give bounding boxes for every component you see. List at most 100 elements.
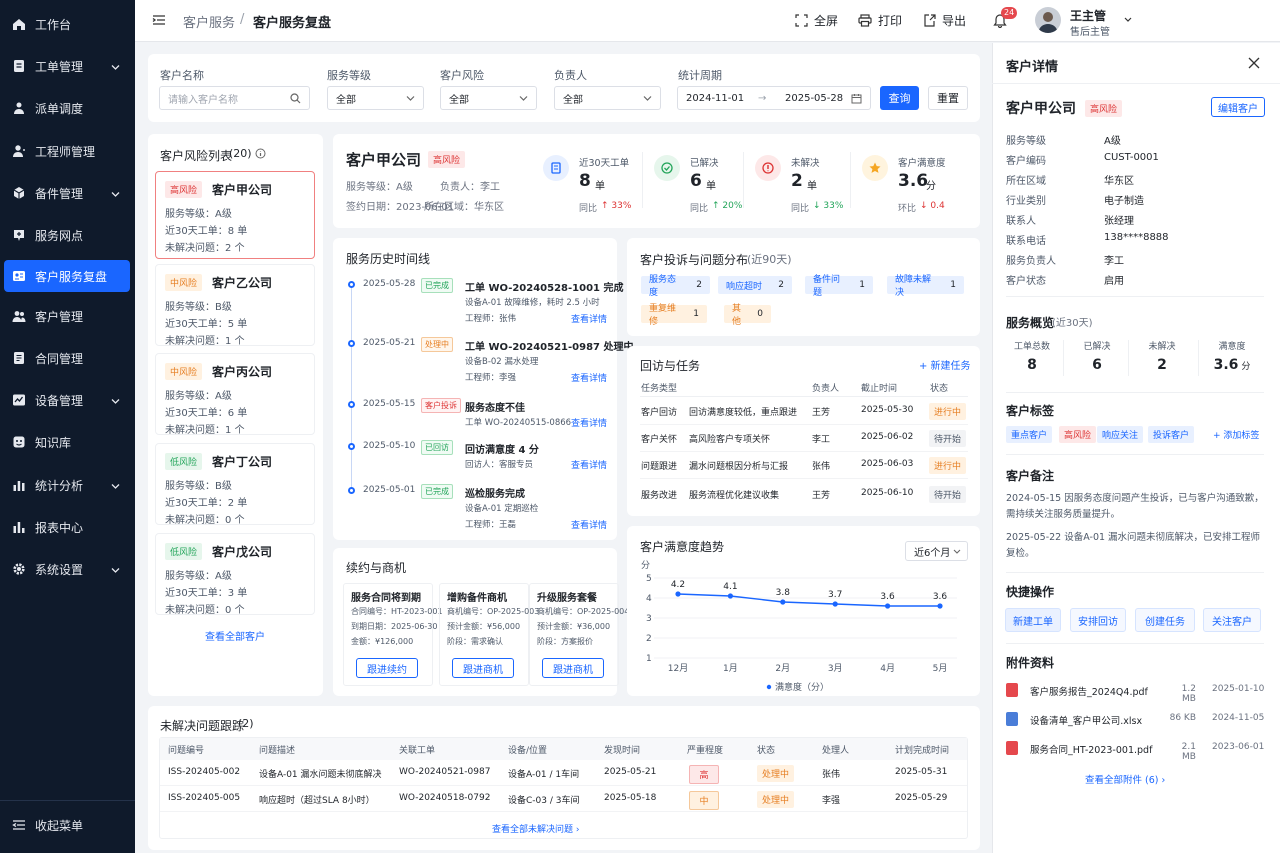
customer-tag[interactable]: 投诉客户	[1148, 426, 1195, 443]
query-button[interactable]: 查询	[880, 86, 919, 110]
complaint-chip[interactable]: 服务态度 2	[641, 275, 710, 298]
issue-order: WO-20240521-0987	[399, 767, 491, 777]
chevron-down-icon[interactable]	[1123, 14, 1133, 27]
opportunity-follow-button[interactable]: 跟进商机	[452, 658, 514, 678]
customer-risk-card[interactable]: 低风险 客户丁公司 服务等级：B级 近30天工单：2 单未解决问题：0 个	[155, 443, 315, 526]
renewal-title: 续约与商机	[346, 561, 407, 575]
sidebar-item-7[interactable]: 客户管理	[4, 300, 130, 332]
sidebar-item-9[interactable]: 设备管理	[4, 384, 130, 416]
issues-header-cell: 设备/位置	[508, 746, 548, 756]
customer-risk-card[interactable]: 高风险 客户甲公司 服务等级：A级 近30天工单：8 单未解决问题：2 个	[155, 171, 315, 259]
sidebar-item-10[interactable]: 知识库	[4, 426, 130, 458]
customer-name: 客户丁公司	[212, 455, 273, 469]
timeline-view-detail-link[interactable]: 查看详情	[571, 312, 607, 325]
knowledge-icon	[12, 435, 26, 449]
tasks-header-cell: 截止时间	[861, 384, 898, 394]
customer-risk-card[interactable]: 低风险 客户戊公司 服务等级：A级 近30天工单：3 单未解决问题：0 个	[155, 533, 315, 616]
service-level: 服务等级：A级	[165, 571, 232, 582]
task-desc: 服务流程优化建议收集	[689, 491, 780, 501]
sidebar-item-11[interactable]: 统计分析	[4, 469, 130, 501]
issue-owner: 李强	[822, 796, 841, 806]
risk-select[interactable]: 全部	[440, 86, 537, 110]
date-range-picker[interactable]: 2024-11-01 → 2025-05-28	[677, 86, 871, 110]
info-icon[interactable]	[255, 148, 266, 162]
customer-risk-card[interactable]: 中风险 客户丙公司 服务等级：A级 近30天工单：6 单未解决问题：1 个	[155, 353, 315, 436]
issues-header-cell: 严重程度	[687, 746, 724, 756]
new-task-button[interactable]: + 新建任务	[919, 357, 971, 372]
sidebar-item-12[interactable]: 报表中心	[4, 511, 130, 543]
period-filter-label: 统计周期	[678, 69, 722, 82]
add-tag-button[interactable]: + 添加标签	[1213, 428, 1259, 441]
view-all-customers-link[interactable]: 查看全部客户	[205, 628, 265, 643]
timeline-view-detail-link[interactable]: 查看详情	[571, 371, 607, 384]
customer-tag[interactable]: 高风险	[1059, 426, 1097, 443]
customer-tag[interactable]: 响应关注	[1097, 426, 1144, 443]
owner-select[interactable]: 全部	[554, 86, 661, 110]
complaint-chip[interactable]: 响应超时 2	[718, 276, 792, 294]
tasks-header-cell: 任务类型	[641, 384, 678, 394]
collapse-menu-label: 收起菜单	[35, 818, 84, 833]
fullscreen-button[interactable]: 全屏	[795, 12, 838, 29]
attachment-name[interactable]: 服务合同_HT-2023-001.pdf	[1030, 742, 1152, 756]
sidebar-item-13[interactable]: 系统设置	[4, 553, 130, 585]
sidebar-item-0[interactable]: 工作台	[4, 8, 130, 40]
complaint-chip[interactable]: 备件问题 1	[805, 275, 873, 298]
sidebar-item-5[interactable]: 服务网点	[4, 219, 130, 251]
edit-customer-button[interactable]: 编辑客户	[1211, 97, 1265, 117]
export-button[interactable]: 导出	[923, 12, 966, 29]
timeline-date: 2025-05-28	[363, 279, 416, 289]
overview-label: 未解决	[1148, 342, 1176, 352]
close-icon[interactable]	[1248, 57, 1260, 72]
issue-owner: 张伟	[822, 770, 841, 780]
users-icon	[12, 309, 26, 323]
sidebar-item-2[interactable]: 派单调度	[4, 92, 130, 124]
detail-field-label: 客户编码	[1006, 156, 1046, 167]
risk-badge: 中风险	[165, 363, 203, 380]
view-all-attachments-link[interactable]: 查看全部附件 (6) ›	[1085, 772, 1165, 786]
complaint-count: 2	[696, 280, 702, 290]
sidebar-item-3[interactable]: 工程师管理	[4, 135, 130, 167]
quick-action-button[interactable]: 新建工单	[1005, 608, 1061, 632]
opportunity-follow-button[interactable]: 跟进商机	[542, 658, 604, 678]
reset-button[interactable]: 重置	[928, 86, 968, 110]
overview-value: 8	[1027, 357, 1037, 373]
sidebar-item-4[interactable]: 备件管理	[4, 177, 130, 209]
complaint-chip[interactable]: 故障未解决 1	[887, 275, 964, 298]
timeline-view-detail-link[interactable]: 查看详情	[571, 416, 607, 429]
complaint-chip[interactable]: 重复维修 1	[641, 304, 707, 327]
kpi-label: 未解决	[791, 158, 820, 169]
y-tick-label: 2	[646, 634, 652, 644]
breadcrumb-parent[interactable]: 客户服务	[183, 12, 235, 31]
attachment-name[interactable]: 客户服务报告_2024Q4.pdf	[1030, 684, 1148, 698]
sidebar-item-6[interactable]: 客户服务复盘	[4, 260, 130, 292]
menu-toggle-icon[interactable]	[152, 13, 166, 30]
timeline-title: 服务历史时间线	[346, 252, 431, 266]
customer-risk-card[interactable]: 中风险 客户乙公司 服务等级：B级 近30天工单：5 单未解决问题：1 个	[155, 264, 315, 347]
opportunity-follow-button[interactable]: 跟进续约	[356, 658, 418, 678]
detail-field-label: 客户状态	[1006, 276, 1046, 287]
avatar[interactable]	[1035, 7, 1061, 33]
quick-action-button[interactable]: 安排回访	[1070, 608, 1126, 632]
customer-search-input[interactable]: 请输入客户名称	[159, 86, 310, 110]
detail-field-label: 服务负责人	[1006, 256, 1056, 267]
issues-count: (2)	[238, 717, 254, 730]
y-tick-label: 3	[646, 614, 652, 624]
quick-action-button[interactable]: 关注客户	[1203, 608, 1261, 632]
complaint-chip[interactable]: 其他 0	[724, 304, 771, 327]
service-level: 服务等级：B级	[165, 302, 232, 313]
sidebar-item-8[interactable]: 合同管理	[4, 342, 130, 374]
overview-label: 已解决	[1083, 342, 1111, 352]
level-select[interactable]: 全部	[327, 86, 424, 110]
timeline-event-engineer: 工程师：张伟	[465, 314, 517, 324]
sidebar-item-1[interactable]: 工单管理	[4, 50, 130, 82]
attachment-name[interactable]: 设备清单_客户甲公司.xlsx	[1030, 713, 1142, 727]
timeline-event-engineer: 工程师：李强	[465, 373, 517, 383]
ticket-icon	[12, 59, 26, 73]
timeline-view-detail-link[interactable]: 查看详情	[571, 458, 607, 471]
quick-action-button[interactable]: 创建任务	[1135, 608, 1195, 632]
print-button[interactable]: 打印	[858, 12, 902, 29]
timeline-view-detail-link[interactable]: 查看详情	[571, 518, 607, 531]
collapse-menu-button[interactable]: 收起菜单	[4, 809, 130, 841]
customer-tag[interactable]: 重点客户	[1006, 426, 1053, 443]
view-all-issues-link[interactable]: 查看全部未解决问题 ›	[492, 822, 579, 835]
